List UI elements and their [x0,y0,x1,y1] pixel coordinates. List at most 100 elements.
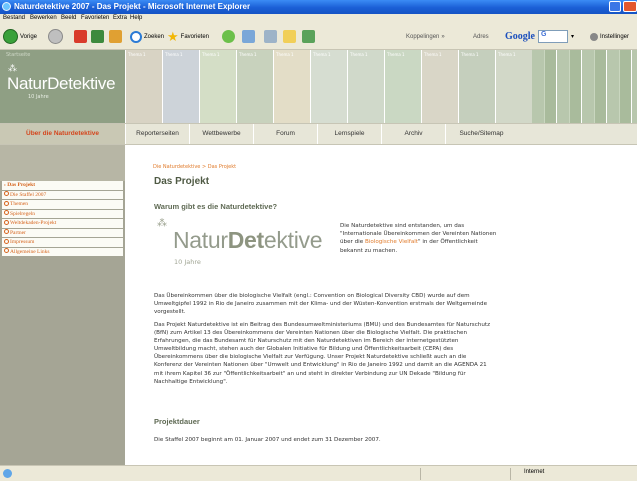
menu-bar: Bestand Bewerken Beeld Favorieten Extra … [0,14,637,24]
home-button[interactable] [109,28,122,45]
browser-toolbar: Vorige Zoeken ★ Favorieten Koppelingen »… [0,24,637,50]
main-content: Die Naturdetektive > Das Projekt Das Pro… [125,145,637,465]
intro-text: Die Naturdetektive sind entstanden, um d… [340,222,500,255]
google-logo: Google [505,31,535,42]
chevron-right-icon: » [441,33,445,40]
sidebar-item-spielregeln[interactable]: Spielregeln [2,209,123,218]
sun-rays-icon: ⁂ [157,218,167,229]
logo-text: NaturDetektive [7,74,116,94]
theme-thumb[interactable]: Thema 1 [236,50,273,123]
thumb-label: Thema 1 [424,52,442,57]
favorites-label: Favorieten [180,33,210,40]
mail-button[interactable] [242,28,255,45]
theme-thumb[interactable]: Thema 1 [199,50,236,123]
menu-edit[interactable]: Bewerken [30,15,57,21]
nav-item-archiv[interactable]: Archiv [381,124,445,144]
sidebar-item-label: Das Projekt [7,182,36,188]
forward-arrow-icon [48,29,63,44]
window-titlebar[interactable]: Naturdetektive 2007 - Das Projekt - Micr… [0,0,637,14]
nav-item-forum[interactable]: Forum [253,124,317,144]
mail-icon [242,30,255,43]
theme-thumb[interactable]: Thema 1 [273,50,310,123]
nav-item-wettbewerbe[interactable]: Wettbewerbe [189,124,253,144]
sun-rays-icon: ⁂ [8,64,17,74]
biglogo-word: NaturDetektive [173,227,323,254]
thumb-label: Thema 1 [128,52,146,57]
sidebar-spacer [0,145,125,181]
sidebar-item-weltdekaden[interactable]: Weltdekaden-Projekt [2,219,123,228]
search-button[interactable]: Zoeken [130,28,164,45]
theme-thumb[interactable]: Thema 1 [495,50,532,123]
biglogo-rest: ektive [263,227,323,253]
messenger-button[interactable] [302,28,315,45]
theme-thumb[interactable]: Thema 1 [125,50,162,123]
menu-favorites[interactable]: Favorieten [81,15,109,21]
theme-thumb[interactable]: Thema 1 [421,50,458,123]
menu-help[interactable]: Help [130,15,142,21]
page-icon [3,469,12,478]
status-divider [420,468,421,480]
bullet-icon [4,229,9,234]
thumb-label: Thema 1 [387,52,405,57]
sidebar-item-label: Spielregeln [10,210,36,217]
google-search-box[interactable]: G [538,30,568,43]
address-text: Adres [473,33,489,40]
settings-icon [590,32,598,41]
stop-button[interactable] [74,28,87,45]
menu-view[interactable]: Beeld [61,15,76,21]
site-header: Startseite ⁂ NaturDetektive 10 Jahre The… [0,50,637,123]
biglogo-light: Natur [173,227,228,253]
refresh-button[interactable] [91,28,104,45]
paragraph-cbd: Das Übereinkommen über die biologische V… [154,293,488,316]
menu-tools[interactable]: Extra [113,15,127,21]
minimize-icon[interactable] [609,1,621,12]
links-label: Koppelingen [406,33,440,40]
nav-about[interactable]: Über die Naturdetektive [0,124,125,144]
nav-item-lernspiele[interactable]: Lernspiele [317,124,381,144]
links-button[interactable]: Koppelingen » [406,28,445,45]
stop-icon [74,30,87,43]
paragraph-dauer: Die Staffel 2007 beginnt am 01. Januar 2… [154,437,381,443]
search-icon [130,30,142,43]
theme-thumb[interactable]: Thema 1 [458,50,495,123]
edit-button[interactable] [283,28,296,45]
address-label: Adres [473,28,489,45]
sidebar-item-label: Die Staffel 2007 [10,191,47,198]
nav-item-suche[interactable]: Suche/Sitemap [445,124,517,144]
settings-button[interactable]: Instellinger [590,28,629,45]
main-nav: Über die Naturdetektive Reporterseiten W… [0,123,637,145]
thumb-label: Thema 1 [461,52,479,57]
theme-thumb[interactable]: Thema 1 [347,50,384,123]
forward-button[interactable] [48,28,63,45]
theme-thumb[interactable]: Thema 1 [162,50,199,123]
chevron-down-icon[interactable]: ▾ [571,33,574,40]
menu-file[interactable]: Bestand [3,15,25,21]
theme-thumb[interactable]: Thema 1 [384,50,421,123]
status-divider [510,468,511,480]
sidebar-item-staffel[interactable]: Die Staffel 2007 [2,190,123,199]
breadcrumb[interactable]: Die Naturdetektive > Das Projekt [153,164,236,170]
biglogo-years: 10 Jahre [174,258,201,266]
sidebar-item-label: Allgemeine Links [10,248,50,255]
star-icon: ★ [167,29,179,44]
sidebar-item-links[interactable]: Allgemeine Links [2,247,123,256]
sidebar-item-impressum[interactable]: Impressum [2,238,123,247]
nav-item-reporterseiten[interactable]: Reporterseiten [125,124,189,144]
refresh-icon [91,30,104,43]
sidebar-item-das-projekt[interactable]: › Das Projekt [2,181,123,190]
site-logo[interactable]: Startseite ⁂ NaturDetektive 10 Jahre [0,50,125,123]
print-button[interactable] [264,28,277,45]
thumb-label: Thema 1 [313,52,331,57]
settings-label: Instellinger [600,33,630,40]
search-label: Zoeken [144,33,165,40]
back-button[interactable]: Vorige [3,28,37,45]
biologische-vielfalt-link[interactable]: Biologische Vielfalt [365,239,418,245]
favorites-button[interactable]: ★ Favorieten [167,28,209,45]
theme-thumb[interactable]: Thema 1 [310,50,347,123]
history-button[interactable] [222,28,235,45]
status-bar: Internet [0,465,637,481]
bullet-icon [4,210,9,215]
sidebar-item-partner[interactable]: Partner [2,228,123,237]
close-icon[interactable] [623,1,637,12]
sidebar-item-themen[interactable]: Themen [2,200,123,209]
